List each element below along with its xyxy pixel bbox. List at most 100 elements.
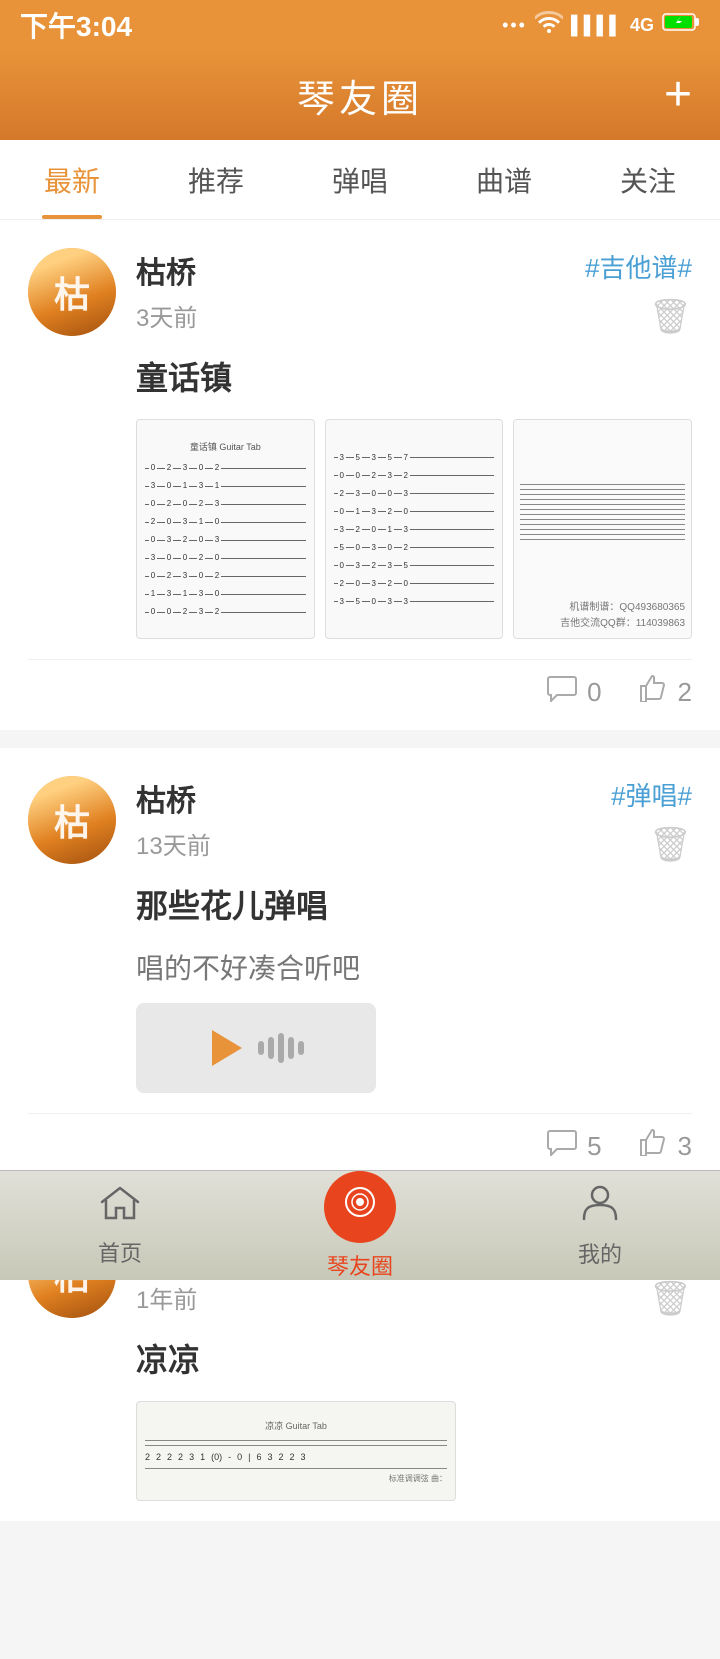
- sheet-line-5: [520, 504, 685, 505]
- partial-wm: 标准调调弦 曲：: [145, 1473, 447, 1484]
- tab-string-3: 02023: [145, 497, 306, 511]
- username-2[interactable]: 枯桥: [136, 776, 611, 820]
- sheet-line-12: [520, 539, 685, 540]
- like-action-2[interactable]: 3: [638, 1128, 692, 1164]
- partial-nums: 2 2 2 2 3 1 (0) - 0 | 6 3 2 2 3: [145, 1450, 447, 1464]
- post-title-1: 童话镇: [28, 353, 692, 399]
- comment-icon-1: [547, 674, 577, 710]
- status-time: 下午3:04: [20, 5, 132, 45]
- partial-line-2: [145, 1445, 447, 1446]
- sheet-line-3: [520, 494, 685, 495]
- watermark-line-1: 机谱制谱：QQ493680365: [520, 600, 685, 616]
- header-title: 琴友圈: [297, 68, 423, 123]
- like-count-1: 2: [678, 677, 692, 708]
- tab-string-5: 03203: [145, 533, 306, 547]
- post-card-2: 枯桥 13天前 #弹唱# 🗑 那些花儿弹唱 唱的不好凑合听吧: [0, 748, 720, 1184]
- post-tag-1[interactable]: #吉他谱#: [585, 248, 692, 285]
- tab-string-9: 00232: [145, 605, 306, 619]
- nav-profile[interactable]: 我的: [480, 1183, 720, 1269]
- tab-string-2-9: 35033: [334, 594, 495, 608]
- audio-player-2[interactable]: [136, 1003, 376, 1093]
- tab-following[interactable]: 关注: [576, 140, 720, 219]
- post-footer-1: 0 2: [28, 659, 692, 710]
- comment-count-1: 0: [587, 677, 601, 708]
- circle-music-icon: [342, 1184, 378, 1229]
- sheet-thumb-partial[interactable]: 凉凉 Guitar Tab 2 2 2 2 3 1 (0) - 0 | 6 3 …: [136, 1401, 456, 1501]
- post-tag-2[interactable]: #弹唱#: [611, 776, 692, 813]
- tab-string-2-5: 32013: [334, 522, 495, 536]
- post-title-3: 凉凉: [28, 1335, 692, 1381]
- tab-string-2-2: 00232: [334, 468, 495, 482]
- post-meta-1: 枯桥 3天前: [136, 248, 585, 333]
- play-button-2[interactable]: [212, 1030, 242, 1066]
- post-header-1: 枯桥 3天前 #吉他谱# 🗑: [28, 248, 692, 337]
- tab-singing[interactable]: 弹唱: [288, 140, 432, 219]
- nav-center-circle[interactable]: [324, 1171, 396, 1243]
- post-title-2: 那些花儿弹唱: [28, 881, 692, 927]
- battery-icon: [662, 12, 700, 38]
- nav-circle[interactable]: 琴友圈: [240, 1171, 480, 1281]
- post-header-right-2: #弹唱# 🗑: [611, 776, 692, 865]
- partial-label: 凉凉 Guitar Tab: [145, 1419, 447, 1432]
- post-header-2: 枯桥 13天前 #弹唱# 🗑: [28, 776, 692, 865]
- tab-recommended[interactable]: 推荐: [144, 140, 288, 219]
- comment-action-2[interactable]: 5: [547, 1128, 601, 1164]
- guitar-tab-2: 35357 00232 23003 01320 32013 50302 0323…: [326, 420, 503, 638]
- sheet-thumb-2[interactable]: 35357 00232 23003 01320 32013 50302 0323…: [325, 419, 504, 639]
- avatar-image-2: [28, 776, 116, 864]
- status-bar: 下午3:04 ••• ▌▌▌▌ 4G: [0, 0, 720, 50]
- tab-string-2-8: 20320: [334, 576, 495, 590]
- tab-latest[interactable]: 最新: [0, 140, 144, 219]
- guitar-tab-1: 童话镇 Guitar Tab 02302 30131 02023 20310 0…: [137, 420, 314, 638]
- tab-string-2-3: 23003: [334, 486, 495, 500]
- avatar-2[interactable]: [28, 776, 116, 864]
- avatar-1[interactable]: [28, 248, 116, 336]
- sheet-thumb-3[interactable]: 机谱制谱：QQ493680365 吉他交流QQ群：114039863: [513, 419, 692, 639]
- nav-circle-label: 琴友圈: [327, 1249, 393, 1281]
- like-action-1[interactable]: 2: [638, 674, 692, 710]
- tab-string-2-4: 01320: [334, 504, 495, 518]
- post-footer-2: 5 3: [28, 1113, 692, 1164]
- post-meta-2: 枯桥 13天前: [136, 776, 611, 861]
- sheet-images-3: 凉凉 Guitar Tab 2 2 2 2 3 1 (0) - 0 | 6 3 …: [28, 1401, 692, 1501]
- username-1[interactable]: 枯桥: [136, 248, 585, 292]
- comment-icon-2: [547, 1128, 577, 1164]
- comment-count-2: 5: [587, 1131, 601, 1162]
- post-description-2: 唱的不好凑合听吧: [28, 947, 692, 987]
- watermark-line-2: 吉他交流QQ群：114039863: [520, 616, 685, 632]
- nav-home-label: 首页: [98, 1236, 142, 1268]
- tab-string-2-7: 03235: [334, 558, 495, 572]
- delete-button-3[interactable]: 🗑: [649, 1279, 692, 1319]
- sheet-line-8: [520, 519, 685, 520]
- comment-action-1[interactable]: 0: [547, 674, 601, 710]
- post-time-3: 1年前: [136, 1280, 585, 1315]
- post-card-1: 枯桥 3天前 #吉他谱# 🗑 童话镇 童话镇 Guitar Tab 02302 …: [0, 220, 720, 730]
- tab-header-1: 童话镇 Guitar Tab: [145, 440, 306, 453]
- delete-button-1[interactable]: 🗑: [649, 297, 692, 337]
- sheet-line-11: [520, 534, 685, 535]
- partial-line-3: [145, 1468, 447, 1469]
- tab-string-1: 02302: [145, 461, 306, 475]
- sheet-3-lines: [520, 426, 685, 597]
- status-icons: ••• ▌▌▌▌ 4G: [502, 11, 700, 39]
- tab-string-2-6: 50302: [334, 540, 495, 554]
- sheet-thumb-1[interactable]: 童话镇 Guitar Tab 02302 30131 02023 20310 0…: [136, 419, 315, 639]
- sheet-line-4: [520, 499, 685, 500]
- partial-line-1: [145, 1440, 447, 1441]
- delete-button-2[interactable]: 🗑: [649, 825, 692, 865]
- tab-string-2-1: 35357: [334, 450, 495, 464]
- tab-string-2: 30131: [145, 479, 306, 493]
- sheet-3-content: 机谱制谱：QQ493680365 吉他交流QQ群：114039863: [514, 420, 691, 638]
- avatar-image-1: [28, 248, 116, 336]
- tab-scores[interactable]: 曲谱: [432, 140, 576, 219]
- add-button[interactable]: +: [664, 71, 692, 119]
- tab-string-6: 30020: [145, 551, 306, 565]
- sheet-line-10: [520, 529, 685, 530]
- tab-string-8: 13130: [145, 587, 306, 601]
- like-count-2: 3: [678, 1131, 692, 1162]
- tab-string-7: 02302: [145, 569, 306, 583]
- bottom-nav: 首页 琴友圈 我的: [0, 1170, 720, 1280]
- dots-icon: •••: [502, 15, 527, 36]
- nav-home[interactable]: 首页: [0, 1184, 240, 1268]
- content: 枯桥 3天前 #吉他谱# 🗑 童话镇 童话镇 Guitar Tab 02302 …: [0, 220, 720, 1659]
